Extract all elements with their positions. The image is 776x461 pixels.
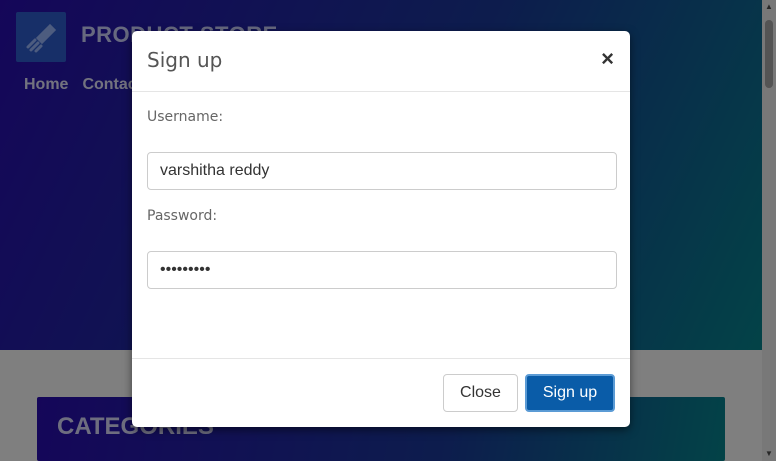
username-label: Username:	[147, 109, 224, 125]
password-field[interactable]	[147, 251, 617, 289]
close-button[interactable]: Close	[443, 374, 518, 412]
close-icon[interactable]: ×	[601, 48, 614, 70]
modal-title: Sign up	[147, 48, 223, 72]
modal-header: Sign up ×	[132, 31, 630, 92]
signup-button[interactable]: Sign up	[525, 374, 615, 412]
signup-modal: Sign up × Username: Password: Close Sign…	[132, 31, 630, 427]
modal-footer: Close Sign up	[132, 358, 630, 428]
password-label: Password:	[147, 208, 218, 224]
username-field[interactable]	[147, 152, 617, 190]
